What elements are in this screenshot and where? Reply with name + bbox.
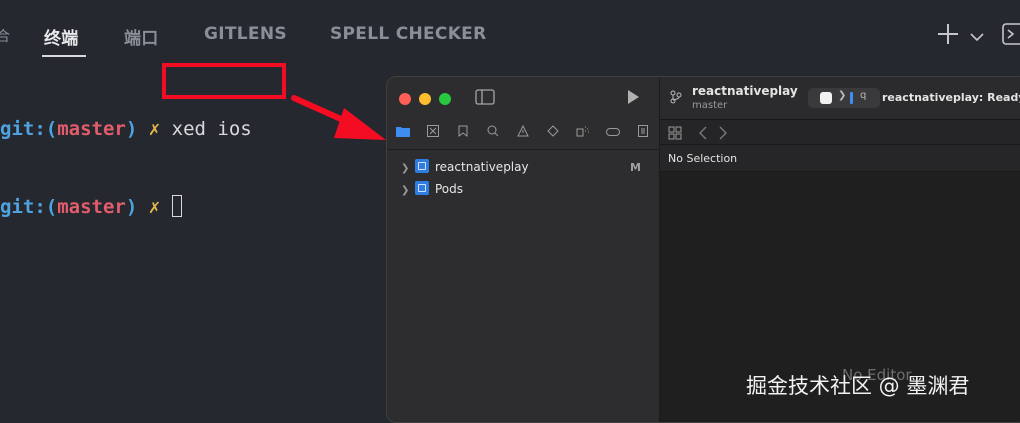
terminal-line: git:(master) ✗ xed ios	[0, 116, 252, 142]
debug-spray-icon[interactable]	[575, 125, 591, 141]
terminal-line: git:(master) ✗	[0, 194, 252, 220]
project-navigator: ❯ reactnativeplay M ❯ Pods	[387, 77, 660, 422]
tab-terminal[interactable]: 终端	[44, 24, 79, 49]
navigator-item-project[interactable]: ❯ reactnativeplay	[401, 159, 529, 179]
navigator-item-label: reactnativeplay	[435, 160, 529, 174]
no-selection-bar: No Selection	[660, 145, 1020, 172]
modified-badge: M	[630, 161, 641, 174]
chevron-separator-icon: ❯	[838, 90, 847, 101]
folder-icon[interactable]	[395, 125, 411, 141]
search-icon[interactable]	[485, 125, 501, 141]
device-name: q	[860, 90, 867, 101]
grid-icon[interactable]	[668, 125, 682, 144]
close-window-button[interactable]	[399, 93, 411, 105]
cut-off-tab-label[interactable]: 合	[0, 26, 10, 46]
panel-tab-bar: 合 终端 端口 GITLENS SPELL CHECKER	[0, 0, 1020, 58]
report-icon[interactable]	[635, 125, 651, 141]
active-tab-indicator	[42, 55, 86, 57]
back-arrow-icon[interactable]	[698, 125, 708, 144]
terminal-cursor	[171, 195, 182, 217]
command-highlight-box	[162, 63, 286, 99]
forward-arrow-icon[interactable]	[718, 125, 728, 144]
test-diamond-icon[interactable]	[545, 125, 561, 141]
navigator-item-pods[interactable]: ❯ Pods	[401, 181, 463, 201]
watermark: 掘金技术社区 @ 墨渊君	[746, 374, 970, 398]
app-icon	[820, 92, 832, 104]
breakpoint-icon[interactable]	[605, 125, 621, 141]
issue-warning-icon[interactable]	[515, 124, 531, 141]
chevron-right-icon[interactable]: ❯	[401, 185, 415, 196]
chevron-down-icon[interactable]	[970, 28, 984, 47]
tab-ports[interactable]: 端口	[124, 24, 159, 49]
bookmark-icon[interactable]	[455, 125, 471, 141]
xcode-project-icon	[415, 159, 429, 173]
git-suffix: )	[125, 196, 138, 218]
annotation-arrow	[291, 95, 386, 140]
scheme-selector[interactable]: ❯ q	[808, 88, 880, 108]
tab-gitlens[interactable]: GITLENS	[204, 24, 287, 44]
git-prefix: git:(	[0, 196, 58, 218]
run-play-icon[interactable]	[625, 89, 641, 109]
tab-spell-checker[interactable]: SPELL CHECKER	[330, 24, 486, 44]
terminal-command: xed ios	[171, 118, 252, 140]
xcode-project-icon	[415, 181, 429, 195]
dirty-marker: ✗	[148, 118, 161, 140]
branch-name: master	[57, 196, 126, 218]
device-icon	[850, 92, 853, 104]
source-control-icon[interactable]	[425, 125, 441, 141]
dirty-marker: ✗	[148, 196, 161, 218]
branch-label: master	[692, 100, 728, 111]
activity-status: reactnativeplay: Ready	[882, 91, 1020, 104]
maximize-panel-icon[interactable]	[1002, 22, 1020, 50]
sidebar-toggle-icon[interactable]	[475, 89, 495, 109]
zoom-window-button[interactable]	[439, 93, 451, 105]
xcode-toolbar: reactnativeplay master ❯ q reactnativepl…	[660, 77, 1020, 120]
git-prefix: git:(	[0, 118, 58, 140]
no-selection-label: No Selection	[668, 152, 738, 165]
branch-icon	[670, 89, 682, 108]
git-suffix: )	[125, 118, 138, 140]
navigator-selector-bar	[387, 121, 659, 150]
project-title[interactable]: reactnativeplay	[692, 84, 798, 98]
jump-bar	[660, 120, 1020, 145]
navigator-item-label: Pods	[435, 182, 464, 196]
branch-name: master	[57, 118, 126, 140]
minimize-window-button[interactable]	[419, 93, 431, 105]
chevron-right-icon[interactable]: ❯	[401, 163, 415, 174]
plus-icon[interactable]	[936, 22, 960, 50]
